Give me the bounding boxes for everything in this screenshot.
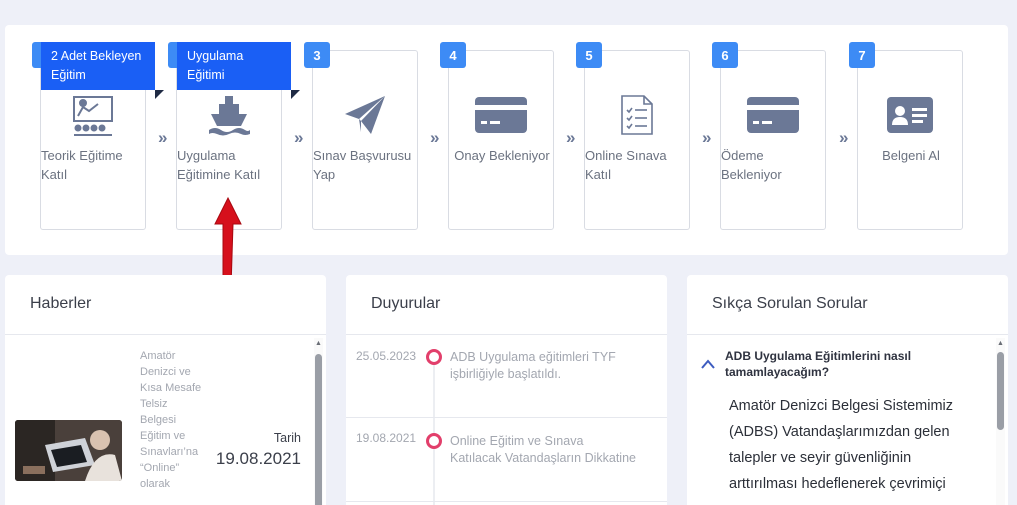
step-card-certificate[interactable]: 7 Belgeni Al <box>849 42 963 230</box>
announcement-date: 25.05.2023 <box>356 349 417 363</box>
divider <box>346 334 667 335</box>
credit-card-icon <box>721 91 825 139</box>
faq-answer: Amatör Denizci Belgesi Sistemimiz (ADBS)… <box>729 398 954 492</box>
divider <box>5 334 326 335</box>
announcement-text[interactable]: ADB Uygulama eğitimleri TYF işbirliğiyle… <box>450 349 636 383</box>
ship-icon <box>177 91 281 139</box>
news-panel: Haberler Amatör Denizci ve Kısa Mesafe T… <box>5 275 326 505</box>
scroll-thumb[interactable] <box>997 352 1004 430</box>
scroll-up-icon[interactable]: ▲ <box>996 340 1005 349</box>
chevron-separator-icon: » <box>566 128 576 147</box>
announcements-title: Duyurular <box>371 295 441 312</box>
ribbon-fold <box>155 90 164 99</box>
news-scrollbar[interactable]: ▲ <box>314 338 323 505</box>
step-ribbon-practice: Uygulama Eğitimi <box>177 42 300 99</box>
scroll-up-icon[interactable]: ▲ <box>314 340 323 349</box>
step-number: 7 <box>849 42 875 68</box>
step-ribbon-pending: 2 Adet Bekleyen Eğitim <box>41 42 164 99</box>
faq-panel: Sıkça Sorulan Sorular ADB Uygulama Eğiti… <box>687 275 1008 505</box>
news-thumbnail[interactable] <box>15 420 122 481</box>
step-card-payment[interactable]: 6 Ödeme Bekleniyor <box>712 42 826 230</box>
ribbon-fold <box>291 90 300 99</box>
steps-panel: 1 2 Adet Bekleyen Eğitim Teorik Eğitime … <box>5 25 1008 255</box>
news-date-label: Tarih <box>273 431 301 445</box>
news-date: 19.08.2021 <box>215 449 301 468</box>
step-number: 4 <box>440 42 466 68</box>
step-label: Ödeme Bekleniyor <box>721 148 782 182</box>
announcement-date: 19.08.2021 <box>356 431 417 445</box>
chevron-separator-icon: » <box>702 128 712 147</box>
faq-title: Sıkça Sorulan Sorular <box>712 295 868 312</box>
checklist-icon <box>585 91 689 139</box>
chevron-separator-icon: » <box>839 128 849 147</box>
step-label: Belgeni Al <box>882 148 940 163</box>
step-label: Online Sınava Katıl <box>585 148 667 182</box>
step-number: 3 <box>304 42 330 68</box>
step-label: Uygulama Eğitimine Katıl <box>177 148 261 182</box>
faq-question[interactable]: ADB Uygulama Eğitimlerini nasıl tamamlay… <box>725 348 965 380</box>
faq-scrollbar[interactable]: ▲ <box>996 338 1005 505</box>
step-number: 5 <box>576 42 602 68</box>
scroll-thumb[interactable] <box>315 354 322 505</box>
chevron-up-icon[interactable] <box>701 356 715 372</box>
step-label: Onay Bekleniyor <box>454 148 550 163</box>
announcements-panel: Duyurular 25.05.2023 ADB Uygulama eğitim… <box>346 275 667 505</box>
divider <box>346 417 667 418</box>
chevron-separator-icon: » <box>158 128 168 147</box>
credit-card-icon <box>449 91 553 139</box>
paper-plane-icon <box>313 91 417 139</box>
chevron-separator-icon: » <box>430 128 440 147</box>
divider <box>346 501 667 502</box>
news-item-text[interactable]: Amatör Denizci ve Kısa Mesafe Telsiz Bel… <box>140 348 204 492</box>
chevron-separator-icon: » <box>294 128 304 147</box>
step-card-online-exam[interactable]: 5 Online Sınava Katıl <box>576 42 690 230</box>
step-card-approval[interactable]: 4 Onay Bekleniyor <box>440 42 554 230</box>
timeline-dot-icon <box>426 433 442 449</box>
ribbon-text: Uygulama Eğitimi <box>187 49 244 82</box>
announcement-text[interactable]: Online Eğitim ve Sınava Katılacak Vatand… <box>450 433 636 467</box>
news-title: Haberler <box>30 295 92 312</box>
timeline-line <box>433 358 435 505</box>
ribbon-text: 2 Adet Bekleyen Eğitim <box>51 49 142 82</box>
classroom-icon <box>41 91 145 139</box>
timeline-dot-icon <box>426 349 442 365</box>
step-label: Sınav Başvurusu Yap <box>313 148 412 182</box>
step-number: 6 <box>712 42 738 68</box>
step-card-theory[interactable]: 1 2 Adet Bekleyen Eğitim Teorik Eğitime … <box>32 42 164 230</box>
id-card-icon <box>858 91 962 139</box>
divider <box>687 334 1008 335</box>
step-label: Teorik Eğitime Katıl <box>41 148 123 182</box>
step-card-exam-application[interactable]: 3 Sınav Başvurusu Yap <box>304 42 418 230</box>
